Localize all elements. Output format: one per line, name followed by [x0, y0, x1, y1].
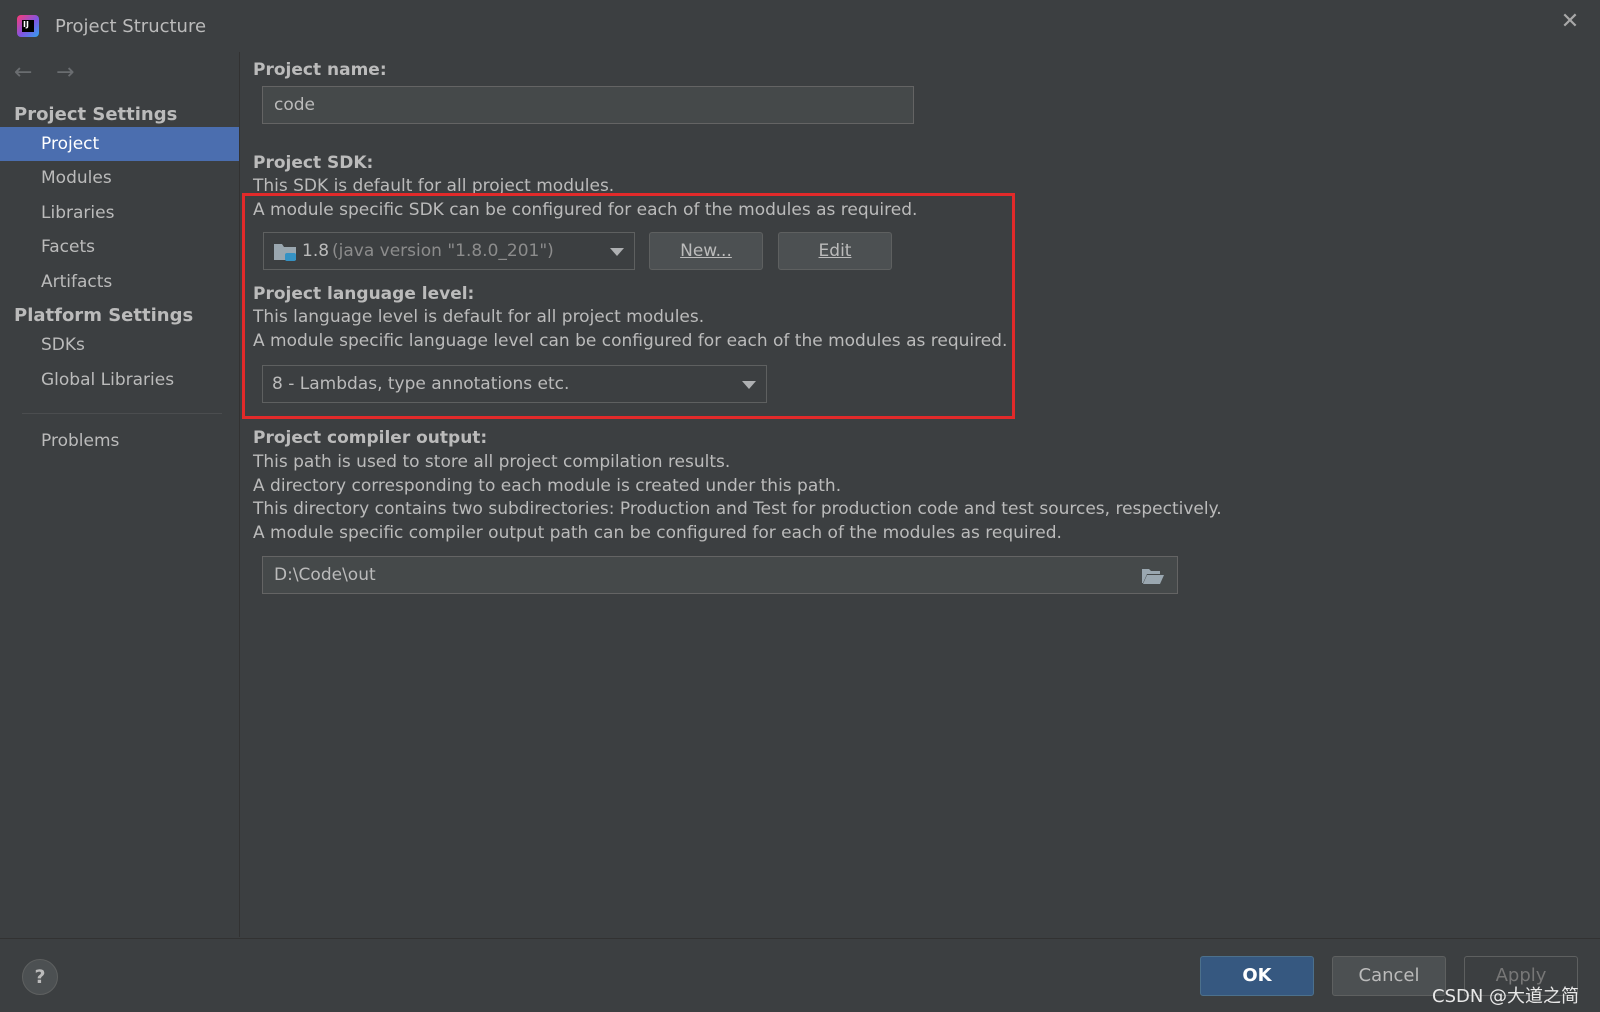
sidebar-divider: [22, 413, 222, 414]
app-logo-icon: IJ: [17, 15, 39, 37]
sdk-detail: (java version "1.8.0_201"): [332, 241, 554, 261]
cancel-button[interactable]: Cancel: [1332, 956, 1446, 996]
sidebar-item-artifacts[interactable]: Artifacts: [0, 265, 239, 299]
sdk-dropdown[interactable]: 1.8 (java version "1.8.0_201"): [263, 232, 635, 270]
project-name-input[interactable]: code: [262, 86, 914, 124]
sidebar-item-libraries[interactable]: Libraries: [0, 196, 239, 230]
ok-button[interactable]: OK: [1200, 956, 1314, 996]
bottom-bar: ? OK Cancel Apply: [0, 938, 1600, 1012]
sdk-description-2: A module specific SDK can be configured …: [253, 200, 918, 220]
sidebar-item-facets[interactable]: Facets: [0, 230, 239, 264]
chevron-down-icon: [610, 248, 624, 256]
title-bar: IJ Project Structure ✕: [0, 0, 1600, 52]
language-level-label: Project language level:: [253, 284, 475, 304]
folder-icon: [274, 244, 296, 261]
project-name-label: Project name:: [253, 60, 387, 80]
close-icon[interactable]: ✕: [1556, 8, 1584, 36]
project-sdk-label: Project SDK:: [253, 153, 374, 173]
output-description-1: This path is used to store all project c…: [253, 452, 731, 472]
output-description-4: A module specific compiler output path c…: [253, 523, 1062, 543]
sidebar-item-global-libraries[interactable]: Global Libraries: [0, 363, 239, 397]
sdk-description-1: This SDK is default for all project modu…: [253, 176, 615, 196]
compiler-output-input[interactable]: D:\Code\out: [262, 556, 1178, 594]
output-description-3: This directory contains two subdirectori…: [253, 499, 1222, 519]
sdk-version: 1.8: [302, 241, 330, 261]
sdk-edit-label: Edit: [818, 241, 852, 261]
help-icon[interactable]: ?: [22, 959, 58, 995]
main-panel: Project name: code Project SDK: This SDK…: [240, 52, 1600, 937]
output-description-2: A directory corresponding to each module…: [253, 476, 842, 496]
language-description-1: This language level is default for all p…: [253, 307, 705, 327]
forward-arrow-icon[interactable]: →: [56, 60, 74, 85]
chevron-down-icon: [742, 381, 756, 389]
sdk-edit-button[interactable]: Edit: [778, 232, 892, 270]
folder-open-icon[interactable]: [1141, 567, 1165, 585]
sidebar-item-modules[interactable]: Modules: [0, 161, 239, 195]
language-level-value: 8 - Lambdas, type annotations etc.: [272, 374, 570, 394]
sdk-new-label: New...: [680, 241, 732, 261]
section-project-settings: Project Settings: [14, 104, 178, 125]
sdk-new-button[interactable]: New...: [649, 232, 763, 270]
section-platform-settings: Platform Settings: [14, 305, 194, 326]
window-title: Project Structure: [55, 16, 207, 37]
watermark: CSDN @大道之简: [1432, 986, 1580, 1007]
back-arrow-icon[interactable]: ←: [14, 60, 32, 85]
sidebar: ← → Project Settings Project Modules Lib…: [0, 52, 240, 937]
sidebar-item-sdks[interactable]: SDKs: [0, 328, 239, 362]
sidebar-item-project[interactable]: Project: [0, 127, 239, 161]
language-description-2: A module specific language level can be …: [253, 331, 1008, 351]
sidebar-item-problems[interactable]: Problems: [0, 424, 239, 458]
language-level-dropdown[interactable]: 8 - Lambdas, type annotations etc.: [262, 365, 767, 403]
compiler-output-value: D:\Code\out: [274, 565, 376, 585]
compiler-output-label: Project compiler output:: [253, 428, 488, 448]
